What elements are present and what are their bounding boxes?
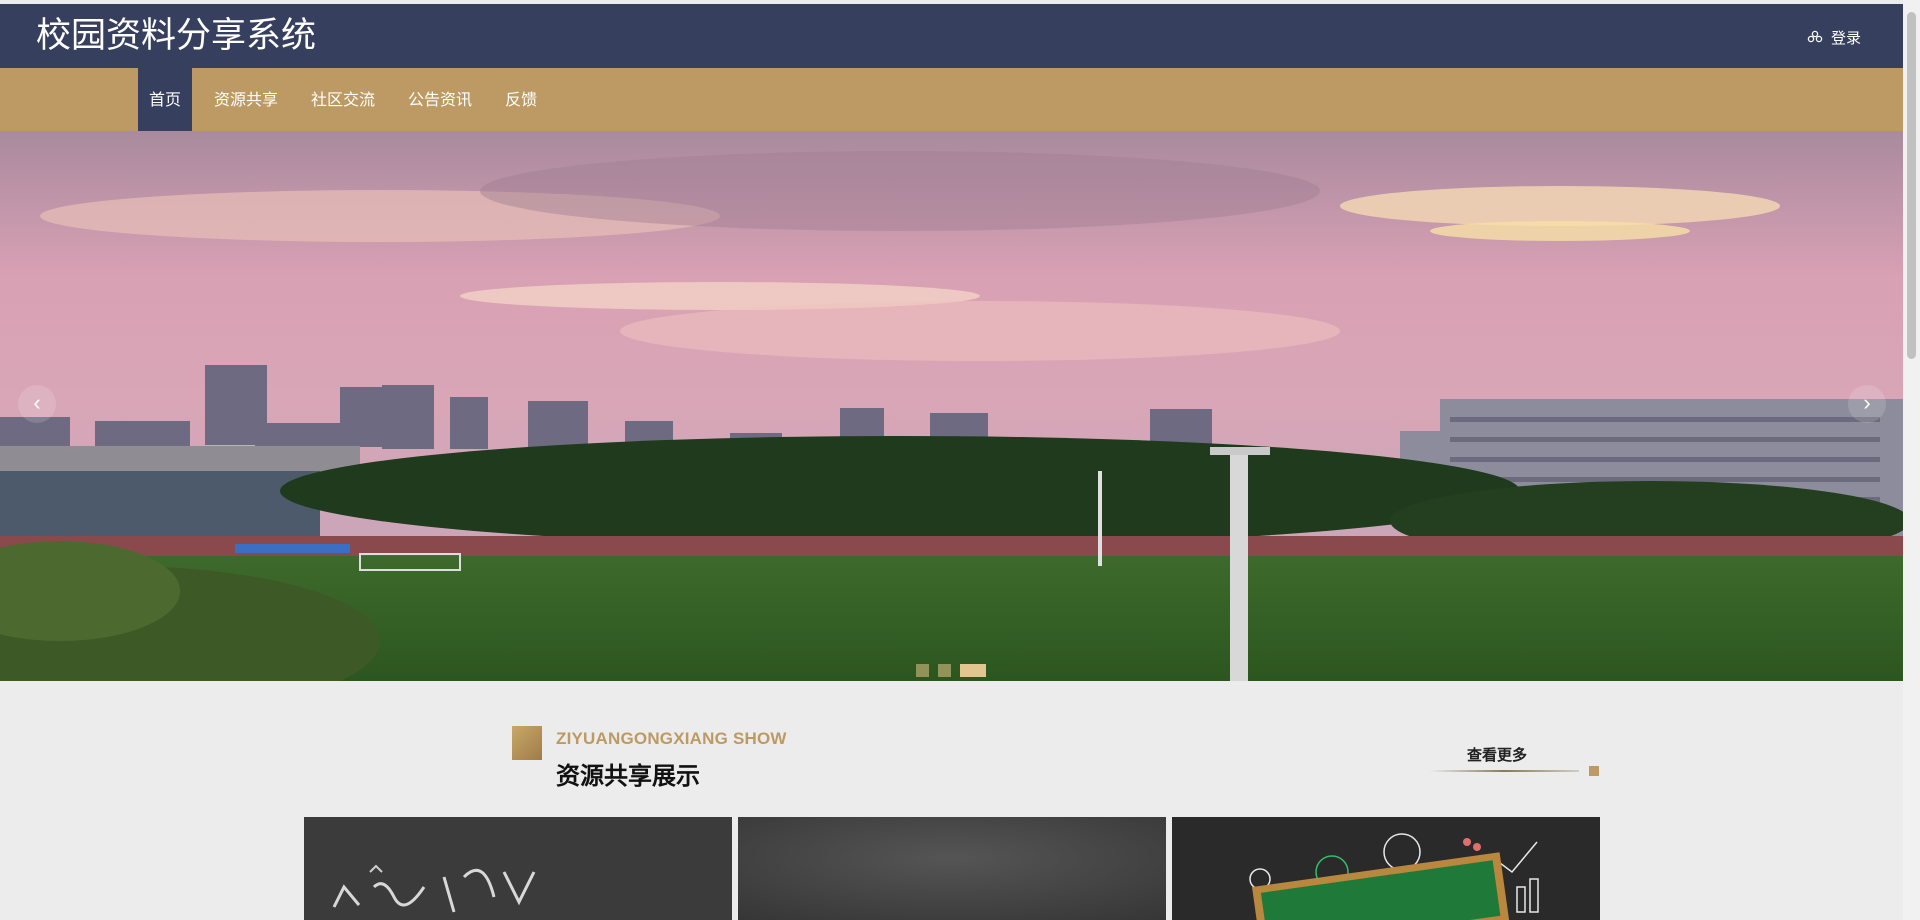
page-scrollbar[interactable]: [1903, 0, 1920, 920]
hero-carousel: ‹ ›: [0, 131, 1903, 681]
campus-sunset-image: [0, 131, 1903, 681]
carousel-dot-1[interactable]: [916, 664, 929, 677]
carousel-dot-3[interactable]: [960, 664, 986, 677]
login-button[interactable]: 登录: [1807, 26, 1861, 48]
nav-item-resource-sharing[interactable]: 资源共享: [203, 68, 289, 131]
nav-item-community[interactable]: 社区交流: [300, 68, 386, 131]
carousel-indicators: [916, 664, 986, 677]
chalkboard-ideas-image: [1172, 817, 1600, 920]
nav-item-home[interactable]: 首页: [138, 68, 193, 131]
resource-card[interactable]: [304, 817, 732, 920]
section-title: 资源共享展示: [556, 762, 700, 790]
nav-item-feedback[interactable]: 反馈: [494, 68, 548, 131]
chalkboard-doodle-image: [304, 817, 732, 920]
section-subtitle: ZIYUANGONGXIANG SHOW: [556, 729, 787, 748]
section-marker: [512, 726, 542, 760]
view-more-marker: [1589, 766, 1599, 776]
carousel-dot-2[interactable]: [938, 664, 951, 677]
resource-card[interactable]: [1172, 817, 1600, 920]
users-icon: [1807, 30, 1823, 43]
site-title: 校园资料分享系统: [36, 16, 317, 56]
resource-card[interactable]: [738, 817, 1166, 920]
view-more-label: 查看更多: [1466, 746, 1527, 764]
scrollbar-thumb[interactable]: [1907, 12, 1916, 359]
nav-item-announcements[interactable]: 公告资讯: [397, 68, 483, 131]
dark-texture-image: [738, 817, 1166, 920]
view-more-link[interactable]: 查看更多: [1419, 744, 1599, 784]
view-more-underline: [1429, 770, 1579, 772]
carousel-next-button[interactable]: ›: [1848, 385, 1886, 423]
carousel-prev-button[interactable]: ‹: [18, 385, 56, 423]
top-header-bar: 校园资料分享系统 登录: [0, 4, 1903, 68]
resource-section-header: ZIYUANGONGXIANG SHOW 资源共享展示 查看更多: [512, 726, 1599, 790]
login-label: 登录: [1830, 28, 1861, 47]
resource-card-list: [304, 817, 1600, 920]
main-nav: 首页 资源共享 社区交流 公告资讯 反馈: [0, 68, 1903, 131]
